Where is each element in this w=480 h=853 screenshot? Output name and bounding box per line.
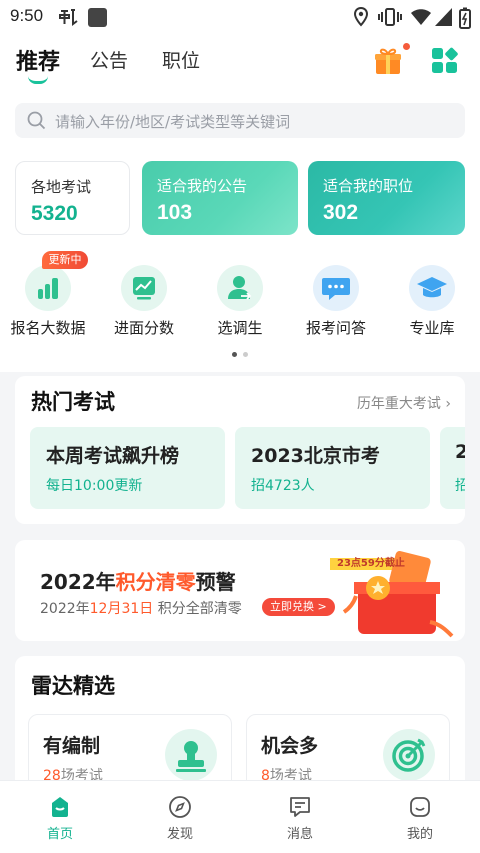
- hot-exam-title: 2: [455, 441, 465, 463]
- updating-badge: 更新中: [42, 251, 88, 269]
- signal-icon: [435, 8, 452, 26]
- hot-exam-title: 2023北京市考: [251, 445, 380, 467]
- radar-card-title: 有编制: [43, 735, 101, 757]
- past-major-exams-link[interactable]: 历年重大考试 ›: [357, 393, 451, 413]
- notification-square-icon: [88, 8, 107, 27]
- quick-item-exam-qa[interactable]: 报考问答: [289, 265, 379, 345]
- nav-label: 首页: [46, 827, 73, 842]
- nav-discover[interactable]: 发现: [120, 781, 240, 853]
- promo-countdown: 23点59分截止: [337, 558, 405, 569]
- quick-item-enrollment-data[interactable]: 报名大数据: [1, 265, 91, 345]
- tab-recommend[interactable]: 推荐: [16, 44, 60, 76]
- radar-card-title: 机会多: [261, 735, 319, 757]
- gift-notification-dot: [403, 43, 410, 50]
- user-transfer-icon: [217, 265, 263, 311]
- hot-exam-sub: 每日10:00更新: [46, 478, 143, 494]
- hot-exam-card[interactable]: 2023北京市考 招4723人: [235, 427, 430, 509]
- bar-chart-icon: [25, 265, 71, 311]
- points-expiry-banner[interactable]: 2022年积分清零预警 2022年12月31日 积分全部清零 立即兑换 > 23…: [15, 540, 465, 641]
- hot-exam-sub: 招4723人: [251, 478, 315, 494]
- quick-item-label: 选调生: [217, 319, 263, 337]
- hot-exam-sub: 招: [455, 478, 465, 494]
- chat-bubble-icon: [313, 265, 359, 311]
- graduation-cap-icon: [409, 265, 455, 311]
- stat-card-my-positions[interactable]: 适合我的职位 302: [308, 161, 465, 235]
- quick-item-label: 报考问答: [305, 319, 366, 337]
- tab-announcement[interactable]: 公告: [90, 46, 128, 73]
- pager-dot-active: [232, 352, 237, 357]
- compass-icon: [169, 796, 191, 818]
- stat-card-local-exams[interactable]: 各地考试 5320: [15, 161, 130, 235]
- hot-exam-card[interactable]: 本周考试飙升榜 每日10:00更新: [30, 427, 225, 509]
- hot-exam-card[interactable]: 2 招: [440, 427, 465, 509]
- target-icon: [383, 729, 435, 781]
- home-icon: [52, 797, 68, 817]
- section-title: 雷达精选: [31, 674, 115, 698]
- app-notification-icon: [59, 9, 78, 26]
- nav-label: 消息: [286, 827, 313, 842]
- stat-value: 302: [323, 201, 359, 224]
- section-title: 热门考试: [31, 390, 115, 414]
- stat-label: 适合我的职位: [323, 177, 414, 195]
- stat-label: 适合我的公告: [157, 177, 248, 195]
- battery-icon: [459, 7, 471, 29]
- stat-value: 103: [157, 201, 193, 224]
- nav-profile[interactable]: 我的: [360, 781, 480, 853]
- stat-value: 5320: [31, 202, 78, 225]
- status-time: 9:50: [10, 6, 44, 25]
- hot-exams-section: 热门考试 历年重大考试 › 本周考试飙升榜 每日10:00更新 2023北京市考…: [15, 376, 465, 524]
- profile-icon: [410, 797, 430, 817]
- search-placeholder: 请输入年份/地区/考试类型等关键词: [55, 113, 291, 131]
- stat-card-my-announcements[interactable]: 适合我的公告 103: [142, 161, 298, 235]
- search-icon: [27, 111, 46, 130]
- pager-dot: [243, 352, 248, 357]
- wifi-icon: [411, 9, 431, 25]
- message-icon: [290, 797, 310, 817]
- promo-title: 2022年积分清零预警: [40, 570, 236, 594]
- nav-label: 我的: [406, 827, 433, 842]
- quick-item-major-library[interactable]: 专业库: [385, 265, 475, 345]
- location-icon: [353, 7, 369, 27]
- nav-label: 发现: [166, 827, 193, 842]
- quick-item-selected-graduates[interactable]: 选调生: [193, 265, 283, 345]
- hot-exam-title: 本周考试飙升榜: [46, 445, 180, 467]
- nav-home[interactable]: 首页: [0, 781, 120, 853]
- search-bar[interactable]: 请输入年份/地区/考试类型等关键词: [15, 103, 465, 138]
- vibrate-icon: [378, 8, 402, 26]
- promo-subtitle: 2022年12月31日 积分全部清零: [40, 601, 242, 617]
- chevron-right-icon: ›: [445, 396, 451, 412]
- quick-item-label: 专业库: [409, 319, 455, 337]
- gift-icon[interactable]: [373, 46, 403, 76]
- status-bar: 9:50: [0, 0, 480, 34]
- stat-label: 各地考试: [31, 178, 92, 196]
- app-screen: 9:50 推荐 公告 职位 请输入年份/地区/考试类型等关键词 各地考试 532…: [0, 0, 480, 853]
- stamp-icon: [165, 729, 217, 781]
- quick-item-interview-score[interactable]: 进面分数: [97, 265, 187, 345]
- nav-messages[interactable]: 消息: [240, 781, 360, 853]
- quick-item-label: 进面分数: [113, 319, 174, 337]
- bottom-navigation: 首页 发现 消息 我的: [0, 780, 480, 853]
- quick-item-label: 报名大数据: [10, 319, 86, 337]
- trend-chart-icon: [121, 265, 167, 311]
- redeem-now-button[interactable]: 立即兑换 >: [262, 598, 335, 616]
- grid-apps-icon[interactable]: [430, 46, 460, 76]
- tab-position[interactable]: 职位: [162, 46, 200, 73]
